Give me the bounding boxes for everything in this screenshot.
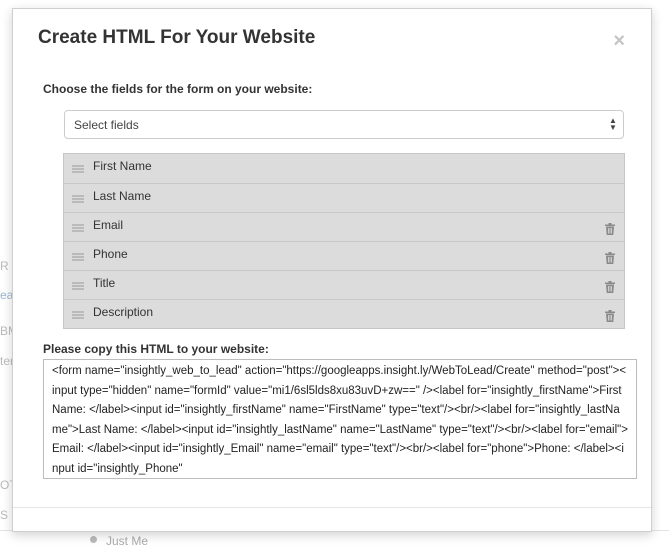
drag-handle-icon[interactable] [72,253,84,261]
field-label: First Name [93,159,152,173]
drag-handle-icon[interactable] [72,282,84,290]
field-row[interactable]: Phone [64,241,624,270]
field-row[interactable]: Title [64,270,624,299]
trash-icon[interactable] [605,280,615,293]
close-icon[interactable]: × [613,31,625,51]
modal-title: Create HTML For Your Website [38,27,316,48]
field-label: Email [93,218,124,232]
field-row[interactable]: Last Name [64,183,624,212]
field-label: Phone [93,247,128,261]
select-arrows-icon: ▲ ▼ [609,116,617,132]
background-text: S [0,508,9,522]
html-label: Please copy this HTML to your website: [43,342,269,356]
select-fields-dropdown[interactable]: Select fields ▲ ▼ [64,110,624,139]
drag-handle-icon[interactable] [72,195,84,203]
create-html-modal: Create HTML For Your Website × Choose th… [12,8,652,532]
modal-footer-divider [13,507,651,508]
trash-icon[interactable] [605,309,615,322]
field-label: Last Name [93,189,152,203]
field-row[interactable]: Description [64,299,624,328]
drag-handle-icon[interactable] [72,224,84,232]
field-label: Title [93,276,116,290]
html-code-textarea[interactable]: <form name="insightly_web_to_lead" actio… [43,359,637,479]
trash-icon[interactable] [605,251,615,264]
radio-icon [90,536,97,543]
selected-fields-list: First Name Last Name Email Phone Title Descri… [63,153,625,329]
fields-label: Choose the fields for the form on your w… [43,82,313,96]
field-row[interactable]: First Name [64,154,624,183]
field-row[interactable]: Email [64,212,624,241]
field-label: Description [93,305,154,319]
select-fields-value: Select fields [74,118,139,132]
background-radio-label: Just Me [106,534,149,548]
drag-handle-icon[interactable] [72,311,84,319]
drag-handle-icon[interactable] [72,165,84,173]
trash-icon[interactable] [605,222,615,235]
